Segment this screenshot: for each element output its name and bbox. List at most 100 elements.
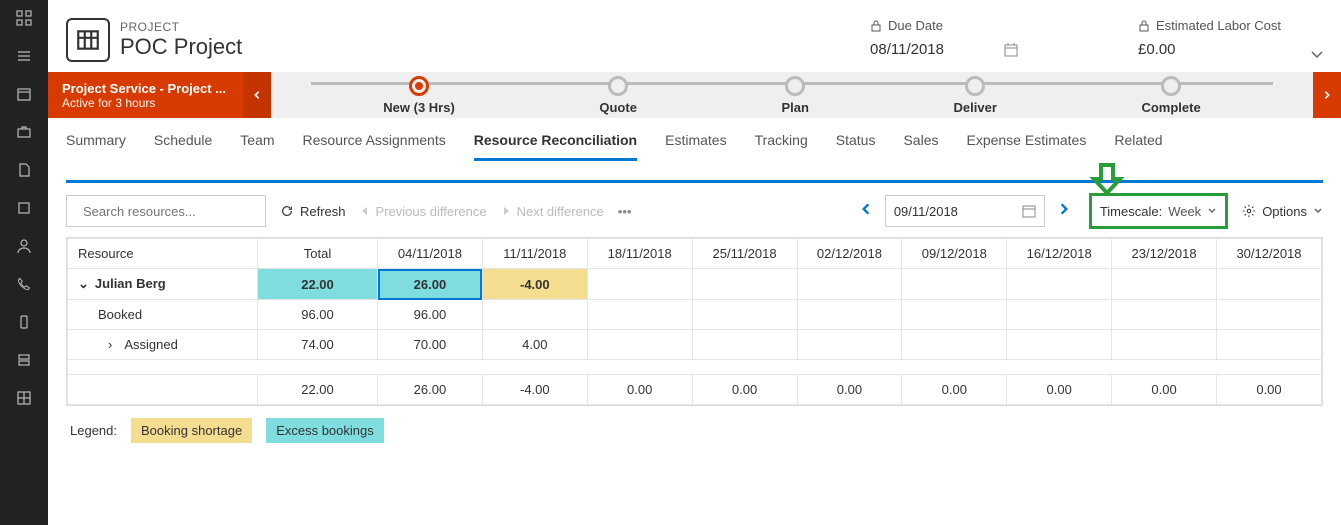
- sidebar-server-icon[interactable]: [14, 350, 34, 370]
- cell-resource[interactable]: ›Assigned: [68, 330, 258, 360]
- sidebar-box-icon[interactable]: [14, 198, 34, 218]
- tab-expense-estimates[interactable]: Expense Estimates: [966, 132, 1086, 161]
- date-input[interactable]: 09/11/2018: [885, 195, 1045, 227]
- page-header: PROJECT POC Project Due Date 08/11/2018: [48, 0, 1341, 72]
- date-next-button[interactable]: [1053, 198, 1075, 225]
- cell-value: [797, 269, 902, 300]
- sidebar-grid-icon[interactable]: [14, 388, 34, 408]
- cell-total: 22.00: [258, 375, 378, 405]
- tab-schedule[interactable]: Schedule: [154, 132, 212, 161]
- col-resource[interactable]: Resource: [68, 239, 258, 269]
- stage-new[interactable]: New (3 Hrs): [383, 76, 455, 115]
- cell-value: [692, 269, 797, 300]
- col-date[interactable]: 18/11/2018: [587, 239, 692, 269]
- cell-value: [902, 269, 1007, 300]
- lock-icon: [1138, 20, 1150, 32]
- timescale-dropdown[interactable]: Timescale: Week: [1089, 193, 1228, 229]
- sidebar-calendar-icon[interactable]: [14, 84, 34, 104]
- table-row[interactable]: ›Assigned74.0070.004.00: [68, 330, 1322, 360]
- cell-value: 0.00: [902, 375, 1007, 405]
- cell-value: [1112, 330, 1217, 360]
- search-input[interactable]: [66, 195, 266, 227]
- col-date[interactable]: 30/12/2018: [1217, 239, 1322, 269]
- sidebar-phone-icon[interactable]: [14, 274, 34, 294]
- options-button[interactable]: Options: [1242, 204, 1323, 219]
- stage-next-button[interactable]: [1313, 72, 1341, 118]
- chevron-right-icon[interactable]: ›: [108, 337, 112, 352]
- col-date[interactable]: 11/11/2018: [482, 239, 587, 269]
- grid-toolbar: Refresh Previous difference Next differe…: [66, 193, 1323, 229]
- table-row[interactable]: Booked96.0096.00: [68, 300, 1322, 330]
- cell-value: 0.00: [797, 375, 902, 405]
- annotation-arrow: [1089, 163, 1125, 195]
- cell-value: [587, 269, 692, 300]
- col-date[interactable]: 09/12/2018: [902, 239, 1007, 269]
- cell-resource[interactable]: ⌄Julian Berg: [68, 269, 258, 300]
- date-prev-button[interactable]: [855, 198, 877, 225]
- tab-resource-assignments[interactable]: Resource Assignments: [303, 132, 446, 161]
- page-title: POC Project: [120, 34, 242, 60]
- stage-prev-button[interactable]: [243, 72, 271, 118]
- col-date[interactable]: 04/11/2018: [378, 239, 483, 269]
- tab-status[interactable]: Status: [836, 132, 876, 161]
- cell-value: [1112, 269, 1217, 300]
- cell-value: [902, 330, 1007, 360]
- tab-summary[interactable]: Summary: [66, 132, 126, 161]
- cell-total: 22.00: [258, 269, 378, 300]
- tab-sales[interactable]: Sales: [903, 132, 938, 161]
- cell-resource[interactable]: Booked: [68, 300, 258, 330]
- gear-icon: [1242, 204, 1256, 218]
- table-row[interactable]: 22.0026.00-4.000.000.000.000.000.000.000…: [68, 375, 1322, 405]
- prev-difference-button: Previous difference: [360, 204, 487, 219]
- cell-total: 74.00: [258, 330, 378, 360]
- app-sidebar: [0, 0, 48, 525]
- due-date-value: 08/11/2018: [870, 41, 1018, 58]
- stage-quote[interactable]: Quote: [599, 76, 637, 115]
- cell-value: 70.00: [378, 330, 483, 360]
- tab-team[interactable]: Team: [240, 132, 274, 161]
- cell-value: [1112, 300, 1217, 330]
- calendar-icon: [1022, 204, 1036, 218]
- process-status[interactable]: Project Service - Project ... Active for…: [48, 72, 243, 118]
- stage-plan[interactable]: Plan: [782, 76, 809, 115]
- reconciliation-grid: Resource Total 04/11/201811/11/201818/11…: [66, 237, 1323, 406]
- table-row[interactable]: ⌄Julian Berg22.0026.00-4.00: [68, 269, 1322, 300]
- cell-value: 4.00: [482, 330, 587, 360]
- expand-chevron-icon[interactable]: [1309, 46, 1325, 65]
- sidebar-tasks-icon[interactable]: [14, 46, 34, 66]
- tab-tracking[interactable]: Tracking: [755, 132, 808, 161]
- cell-value: [587, 330, 692, 360]
- tab-resource-reconciliation[interactable]: Resource Reconciliation: [474, 132, 637, 161]
- cell-value: -4.00: [482, 269, 587, 300]
- cell-value: [1217, 269, 1322, 300]
- sidebar-device-icon[interactable]: [14, 312, 34, 332]
- cell-value: [1007, 330, 1112, 360]
- cell-value: 0.00: [692, 375, 797, 405]
- col-date[interactable]: 23/12/2018: [1112, 239, 1217, 269]
- refresh-button[interactable]: Refresh: [280, 204, 346, 219]
- tab-related[interactable]: Related: [1114, 132, 1162, 161]
- cell-value: [692, 300, 797, 330]
- cell-value: [902, 300, 1007, 330]
- sidebar-apps-icon[interactable]: [14, 8, 34, 28]
- sidebar-file-icon[interactable]: [14, 160, 34, 180]
- more-button[interactable]: •••: [618, 204, 632, 219]
- legend-excess: Excess bookings: [266, 418, 384, 443]
- cell-value: 96.00: [378, 300, 483, 330]
- sidebar-briefcase-icon[interactable]: [14, 122, 34, 142]
- sidebar-person-icon[interactable]: [14, 236, 34, 256]
- col-total[interactable]: Total: [258, 239, 378, 269]
- cell-value: 0.00: [587, 375, 692, 405]
- chevron-down-icon[interactable]: ⌄: [78, 276, 89, 291]
- col-date[interactable]: 02/12/2018: [797, 239, 902, 269]
- tab-estimates[interactable]: Estimates: [665, 132, 726, 161]
- cell-value: 26.00: [378, 375, 483, 405]
- col-date[interactable]: 25/11/2018: [692, 239, 797, 269]
- cell-value: [1217, 330, 1322, 360]
- cell-value: [797, 300, 902, 330]
- col-date[interactable]: 16/12/2018: [1007, 239, 1112, 269]
- stage-deliver[interactable]: Deliver: [954, 76, 997, 115]
- cost-label: Estimated Labor Cost: [1138, 18, 1281, 33]
- stage-complete[interactable]: Complete: [1141, 76, 1200, 115]
- triangle-right-icon: [501, 206, 511, 216]
